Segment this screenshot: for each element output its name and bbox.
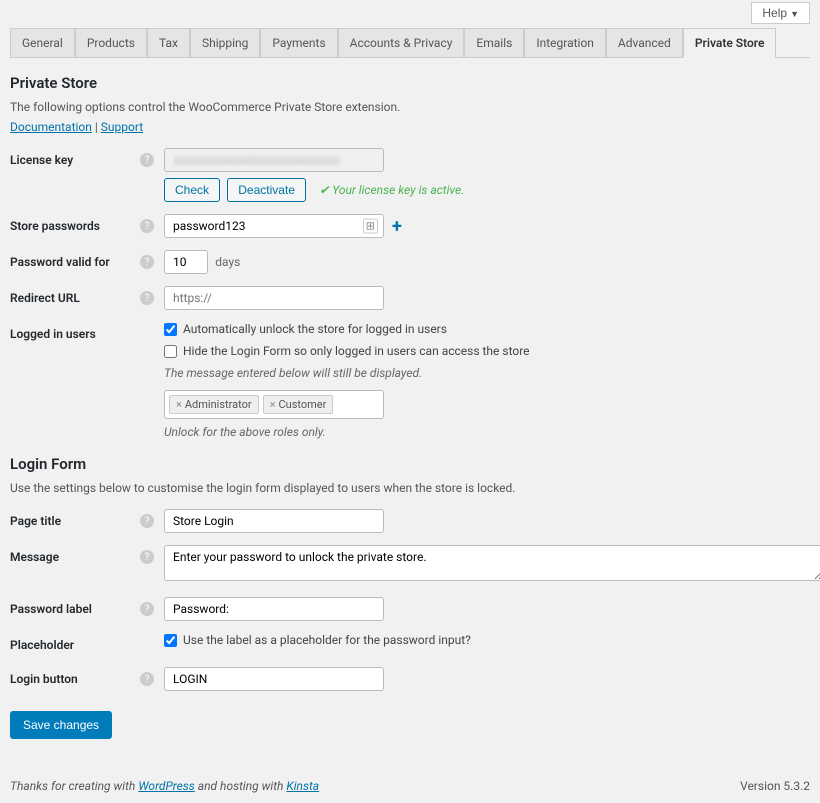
check-button[interactable]: Check	[164, 178, 220, 202]
placeholder-checkbox-label: Use the label as a placeholder for the p…	[183, 633, 471, 647]
support-link[interactable]: Support	[101, 120, 143, 134]
remove-tag-icon[interactable]: ×	[176, 398, 182, 411]
message-textarea[interactable]: Enter your password to unlock the privat…	[164, 545, 820, 581]
caret-down-icon: ▼	[790, 9, 799, 19]
help-icon[interactable]: ?	[140, 672, 154, 686]
help-icon[interactable]: ?	[140, 219, 154, 233]
hide-login-form-label: Hide the Login Form so only logged in us…	[183, 344, 530, 358]
version-text: Version 5.3.2	[740, 779, 810, 793]
page-title-label: Page title	[10, 509, 140, 528]
save-changes-button[interactable]: Save changes	[10, 711, 112, 739]
roles-select[interactable]: ×Administrator ×Customer	[164, 390, 384, 419]
help-icon[interactable]: ?	[140, 255, 154, 269]
redirect-url-input[interactable]	[164, 286, 384, 310]
page-heading: Private Store	[10, 74, 810, 92]
tab-general[interactable]: General	[10, 28, 75, 57]
tab-payments[interactable]: Payments	[260, 28, 337, 57]
page-footer: Thanks for creating with WordPress and h…	[10, 779, 810, 793]
footer-hosting: and hosting with	[195, 779, 287, 793]
intro-text: The following options control the WooCom…	[10, 100, 810, 114]
store-passwords-label: Store passwords	[10, 214, 140, 233]
remove-tag-icon[interactable]: ×	[270, 398, 276, 411]
wordpress-link[interactable]: WordPress	[138, 779, 195, 793]
help-icon[interactable]: ?	[140, 550, 154, 564]
tab-tax[interactable]: Tax	[147, 28, 190, 57]
add-password-icon[interactable]: +	[392, 216, 402, 237]
hide-login-form-checkbox[interactable]	[164, 345, 177, 358]
tab-accounts[interactable]: Accounts & Privacy	[338, 28, 465, 57]
tab-products[interactable]: Products	[75, 28, 147, 57]
redirect-url-label: Redirect URL	[10, 286, 140, 305]
help-icon[interactable]: ?	[140, 153, 154, 167]
help-icon[interactable]: ?	[140, 291, 154, 305]
login-form-heading: Login Form	[10, 455, 810, 473]
tab-shipping[interactable]: Shipping	[190, 28, 260, 57]
license-status: Your license key is active.	[319, 183, 464, 197]
roles-note: Unlock for the above roles only.	[164, 425, 810, 439]
help-icon[interactable]: ?	[140, 514, 154, 528]
footer-thanks-prefix: Thanks for creating with	[10, 779, 138, 793]
password-label-label: Password label	[10, 597, 140, 616]
login-button-input[interactable]	[164, 667, 384, 691]
days-unit: days	[215, 255, 240, 269]
help-tab[interactable]: Help▼	[751, 2, 810, 24]
tab-private-store[interactable]: Private Store	[683, 28, 777, 58]
placeholder-checkbox[interactable]	[164, 634, 177, 647]
store-password-input[interactable]	[164, 214, 384, 238]
role-tag: ×Administrator	[169, 395, 259, 414]
password-valid-label: Password valid for	[10, 250, 140, 269]
help-label: Help	[762, 6, 787, 20]
logged-in-users-label: Logged in users	[10, 322, 140, 341]
license-key-input[interactable]	[164, 148, 384, 172]
settings-tabs: General Products Tax Shipping Payments A…	[10, 28, 810, 58]
login-form-desc: Use the settings below to customise the …	[10, 481, 810, 495]
placeholder-label: Placeholder	[10, 633, 140, 652]
documentation-link[interactable]: Documentation	[10, 120, 92, 134]
message-label: Message	[10, 545, 140, 564]
password-label-input[interactable]	[164, 597, 384, 621]
hide-note: The message entered below will still be …	[164, 366, 810, 380]
kinsta-link[interactable]: Kinsta	[286, 779, 319, 793]
login-button-label: Login button	[10, 667, 140, 686]
auto-unlock-checkbox[interactable]	[164, 323, 177, 336]
deactivate-button[interactable]: Deactivate	[227, 178, 306, 202]
password-valid-input[interactable]	[164, 250, 208, 274]
auto-unlock-label: Automatically unlock the store for logge…	[183, 322, 447, 336]
role-tag: ×Customer	[263, 395, 334, 414]
license-key-label: License key	[10, 148, 140, 167]
tab-advanced[interactable]: Advanced	[606, 28, 683, 57]
tab-integration[interactable]: Integration	[524, 28, 606, 57]
page-title-input[interactable]	[164, 509, 384, 533]
tab-emails[interactable]: Emails	[464, 28, 524, 57]
password-manager-icon[interactable]: ⊞	[363, 219, 378, 234]
help-icon[interactable]: ?	[140, 602, 154, 616]
